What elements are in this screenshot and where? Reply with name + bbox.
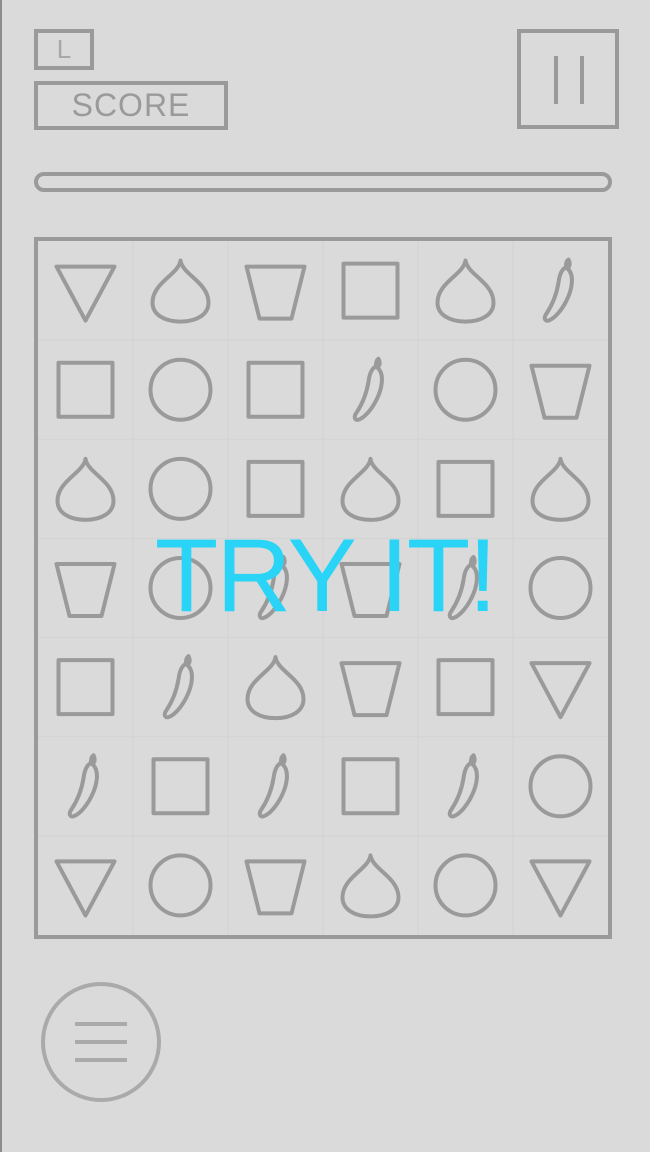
tile-trapezoid-icon[interactable] xyxy=(244,859,307,916)
level-indicator: L xyxy=(34,29,94,70)
tile-square-icon[interactable] xyxy=(341,757,400,816)
tile-drop-icon[interactable] xyxy=(245,655,306,721)
tile-drop-icon[interactable] xyxy=(55,456,116,522)
tile-circle-icon[interactable] xyxy=(433,853,498,918)
tile-circle-icon[interactable] xyxy=(433,357,498,422)
tile-square-icon[interactable] xyxy=(56,658,115,717)
tile-square-icon[interactable] xyxy=(56,360,115,419)
tile-triangle-icon[interactable] xyxy=(529,859,592,918)
tile-chili-icon[interactable] xyxy=(67,753,99,819)
tile-trapezoid-icon[interactable] xyxy=(244,264,307,321)
tile-trapezoid-icon[interactable] xyxy=(339,661,402,718)
tile-chili-icon[interactable] xyxy=(447,753,479,819)
tile-chili-icon[interactable] xyxy=(257,753,289,819)
tile-chili-icon[interactable] xyxy=(352,356,384,422)
tile-drop-icon[interactable] xyxy=(340,456,401,522)
tile-square-icon[interactable] xyxy=(151,757,210,816)
tile-square-icon[interactable] xyxy=(341,261,400,320)
try-it-overlay: TRY IT! xyxy=(154,518,497,634)
tile-trapezoid-icon[interactable] xyxy=(529,363,592,420)
tile-circle-icon[interactable] xyxy=(148,357,213,422)
tile-square-icon[interactable] xyxy=(436,459,495,518)
tile-triangle-icon[interactable] xyxy=(54,264,117,323)
tile-drop-icon[interactable] xyxy=(435,258,496,324)
score-display: SCORE xyxy=(34,81,228,130)
menu-button[interactable] xyxy=(41,982,161,1102)
pause-button[interactable] xyxy=(517,29,619,129)
level-label: L xyxy=(56,34,72,64)
tile-drop-icon[interactable] xyxy=(530,456,591,522)
tile-circle-icon[interactable] xyxy=(148,456,213,521)
tile-circle-icon[interactable] xyxy=(148,853,213,918)
tile-square-icon[interactable] xyxy=(436,658,495,717)
tile-drop-icon[interactable] xyxy=(340,853,401,919)
tile-square-icon[interactable] xyxy=(246,360,305,419)
tile-triangle-icon[interactable] xyxy=(529,661,592,720)
tile-circle-icon[interactable] xyxy=(528,754,593,819)
tile-chili-icon[interactable] xyxy=(162,654,194,720)
progress-bar xyxy=(34,172,612,192)
tile-chili-icon[interactable] xyxy=(542,257,574,323)
score-label: SCORE xyxy=(71,87,191,123)
tile-drop-icon[interactable] xyxy=(150,258,211,324)
tile-triangle-icon[interactable] xyxy=(54,859,117,918)
tile-square-icon[interactable] xyxy=(246,459,305,518)
